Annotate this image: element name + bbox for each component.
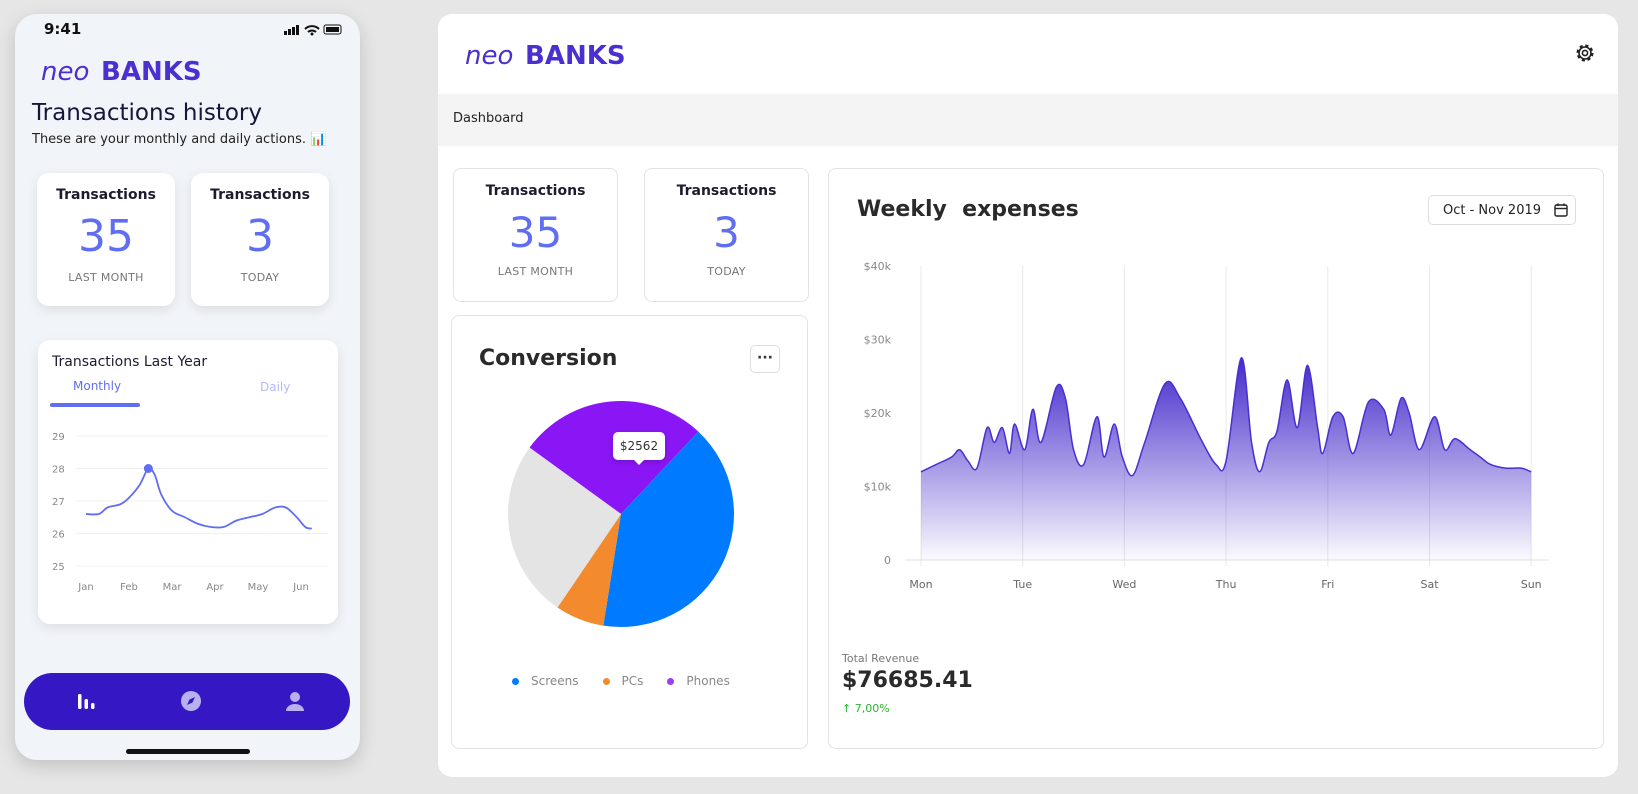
x-tick-label: Apr bbox=[206, 582, 224, 593]
y-tick-label: 28 bbox=[52, 465, 65, 476]
x-tick-label: Sun bbox=[1521, 578, 1542, 591]
chart-title: Transactions Last Year bbox=[52, 354, 208, 370]
logo-name: BANKS bbox=[525, 41, 626, 70]
area-chart: 0 $10k $20k $30k $40k Mon Tue Wed Thu Fri Sat Sun bbox=[864, 260, 1549, 591]
y-tick-label: 27 bbox=[52, 497, 65, 508]
pie-legend: Screens PCs Phones bbox=[512, 674, 754, 688]
card-title: Transactions bbox=[676, 183, 777, 199]
neobanks-logo: neo BANKS bbox=[465, 41, 626, 71]
card-label: LAST MONTH bbox=[497, 265, 574, 278]
tab-monthly[interactable]: Monthly bbox=[73, 379, 121, 393]
legend-label: Screens bbox=[531, 674, 579, 688]
signal-wifi-battery-icon bbox=[284, 24, 342, 36]
dashboard-window: neo BANKS Dashboard Transactions 35 LAST… bbox=[438, 14, 1618, 777]
logo-prefix: neo bbox=[465, 41, 513, 70]
legend-label: Phones bbox=[686, 674, 730, 688]
total-revenue-value: $76685.41 bbox=[842, 668, 973, 693]
total-revenue-label: Total Revenue bbox=[842, 652, 920, 665]
y-tick-label: $20k bbox=[864, 407, 892, 420]
phone-mockup: 9:41 neo BANKS Transactions history Thes… bbox=[15, 14, 360, 760]
y-tick-label: 25 bbox=[52, 562, 65, 573]
line-chart: 25 26 27 28 29 Jan Feb Mar Apr May Jun bbox=[52, 432, 328, 593]
card-value: 3 bbox=[246, 211, 274, 262]
card-value: 3 bbox=[713, 208, 740, 257]
card-last-month: Transactions 35 LAST MONTH bbox=[37, 173, 175, 306]
legend-item: Screens bbox=[512, 674, 579, 688]
chart-icon bbox=[78, 694, 95, 709]
active-tab-indicator bbox=[50, 403, 140, 407]
conversion-card: Conversion ··· $2562 Screens PCs Phones bbox=[451, 315, 808, 749]
settings-button[interactable] bbox=[1572, 40, 1598, 66]
card-last-month: Transactions 35 LAST MONTH bbox=[453, 168, 618, 302]
x-tick-label: Jun bbox=[292, 582, 309, 593]
gear-icon bbox=[1576, 44, 1594, 62]
profile-nav-button[interactable] bbox=[282, 688, 308, 714]
compass-icon bbox=[181, 691, 201, 711]
x-tick-label: Tue bbox=[1012, 578, 1032, 591]
y-tick-label: 26 bbox=[52, 530, 65, 541]
explore-nav-button[interactable] bbox=[178, 688, 204, 714]
arrow-up-icon: ↑ bbox=[842, 702, 852, 715]
more-options-button[interactable]: ··· bbox=[750, 345, 780, 373]
x-tick-label: Wed bbox=[1112, 578, 1136, 591]
weekly-expenses-card: Weekly expenses Oct - Nov 2019 0 $10k $20k… bbox=[828, 168, 1604, 749]
x-tick-label: May bbox=[248, 582, 269, 593]
pie-tooltip: $2562 bbox=[613, 432, 665, 465]
brand-logo: neo BANKS bbox=[41, 54, 221, 87]
breadcrumb-bar: Dashboard bbox=[438, 94, 1618, 146]
logo-name: BANKS bbox=[101, 57, 202, 86]
calendar-icon bbox=[1554, 203, 1568, 217]
card-label: TODAY bbox=[240, 271, 280, 284]
x-tick-label: Feb bbox=[120, 582, 138, 593]
brand-logo: neo BANKS bbox=[465, 38, 645, 71]
status-time: 9:41 bbox=[44, 20, 82, 38]
card-value: 35 bbox=[78, 211, 134, 262]
y-tick-label: 0 bbox=[884, 554, 891, 567]
card-label: LAST MONTH bbox=[68, 271, 144, 284]
date-range-text: Oct - Nov 2019 bbox=[1443, 203, 1542, 218]
y-tick-label: $30k bbox=[864, 334, 892, 347]
conversion-title: Conversion bbox=[479, 346, 618, 371]
legend-dot bbox=[602, 678, 610, 685]
x-tick-label: Fri bbox=[1321, 578, 1334, 591]
breadcrumb[interactable]: Dashboard bbox=[453, 111, 524, 126]
x-tick-label: Thu bbox=[1215, 578, 1237, 591]
card-title: Transactions bbox=[485, 183, 586, 199]
x-tick-label: Mar bbox=[163, 582, 183, 593]
tab-daily[interactable]: Daily bbox=[260, 380, 290, 394]
legend-item: Phones bbox=[667, 674, 730, 688]
y-tick-label: $40k bbox=[864, 260, 892, 273]
user-icon bbox=[286, 692, 304, 711]
revenue-delta: ↑ 7,00% bbox=[842, 702, 890, 715]
legend-dot bbox=[667, 678, 675, 685]
card-today: Transactions 3 TODAY bbox=[191, 173, 329, 306]
legend-dot bbox=[512, 678, 519, 685]
date-range-picker[interactable]: Oct - Nov 2019 bbox=[1428, 195, 1576, 225]
y-tick-label: $10k bbox=[864, 481, 892, 494]
y-tick-label: 29 bbox=[52, 432, 65, 443]
neobanks-logo: neo BANKS bbox=[41, 57, 202, 87]
card-label: TODAY bbox=[707, 265, 746, 278]
home-indicator bbox=[126, 749, 250, 754]
revenue-delta-value: 7,00% bbox=[854, 702, 890, 715]
series-line bbox=[85, 467, 312, 530]
transactions-last-year-card: Transactions Last Year Monthly Daily 25 2… bbox=[38, 340, 338, 624]
bottom-nav bbox=[24, 673, 350, 730]
logo-prefix: neo bbox=[41, 57, 89, 86]
chart-nav-button[interactable] bbox=[73, 688, 99, 714]
card-title: Transactions bbox=[56, 187, 156, 203]
x-tick-label: Mon bbox=[909, 578, 932, 591]
status-icons bbox=[284, 22, 344, 41]
weekly-expenses-title: Weekly expenses bbox=[857, 197, 1079, 222]
card-title: Transactions bbox=[210, 187, 310, 203]
x-tick-label: Jan bbox=[77, 582, 93, 593]
card-today: Transactions 3 TODAY bbox=[644, 168, 809, 302]
highlight-point bbox=[143, 464, 153, 473]
page-title: Transactions history bbox=[32, 100, 262, 126]
legend-item: PCs bbox=[602, 674, 644, 688]
x-tick-label: Sat bbox=[1420, 578, 1439, 591]
page-subtitle: These are your monthly and daily actions… bbox=[32, 132, 327, 147]
legend-label: PCs bbox=[621, 674, 644, 688]
card-value: 35 bbox=[508, 208, 563, 257]
